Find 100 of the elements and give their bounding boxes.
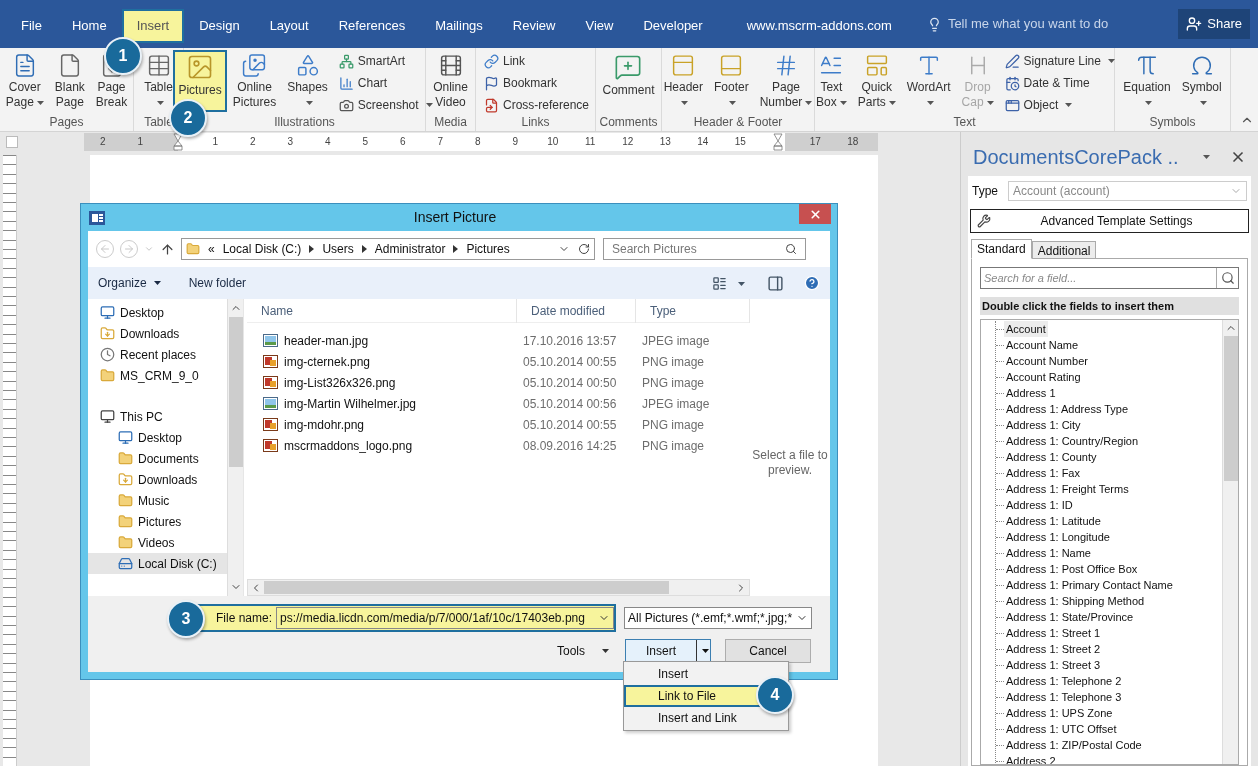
nav-item[interactable]: This PC — [88, 406, 227, 427]
ribbon-button[interactable]: Blank Page — [49, 50, 90, 112]
ribbon-button[interactable]: Header — [658, 50, 708, 112]
ribbon-tab[interactable]: www.mscrm-addons.com — [731, 9, 907, 43]
insert-split-button[interactable]: Insert — [625, 639, 711, 663]
tab-selector[interactable] — [6, 136, 18, 148]
field-item[interactable]: Account Rating — [1004, 368, 1083, 386]
field-item[interactable]: Address 1: Shipping Method — [1004, 592, 1147, 610]
path-segment[interactable]: Local Disk (C:) — [222, 240, 302, 258]
ribbon-tab[interactable]: Design — [184, 9, 255, 43]
nav-item[interactable]: Music — [88, 490, 227, 511]
field-item[interactable]: Address 1: State/Province — [1004, 608, 1136, 626]
field-item[interactable]: Address 1: Primary Contact Name — [1004, 576, 1175, 594]
path-segment[interactable]: Users — [322, 240, 354, 258]
address-bar[interactable]: « Local Disk (C:) Users Administrator Pictures — [181, 238, 595, 260]
path-overflow[interactable]: « — [208, 240, 215, 258]
new-folder-button[interactable]: New folder — [188, 274, 247, 292]
nav-item[interactable]: Recent places — [88, 344, 227, 365]
ribbon-button[interactable]: WordArt — [901, 50, 956, 112]
ribbon-tab[interactable]: References — [323, 9, 421, 43]
field-item[interactable]: Account Number — [1004, 352, 1090, 370]
ribbon-command[interactable]: Object — [1001, 94, 1118, 116]
nav-item[interactable]: Desktop — [88, 427, 227, 448]
pane-tab[interactable]: Additional — [1031, 241, 1097, 259]
ribbon-button[interactable]: Cover Page — [0, 50, 49, 112]
file-name[interactable]: img-Martin Wilhelmer.jpg — [284, 394, 417, 413]
ribbon-tab[interactable]: Layout — [254, 9, 324, 43]
ribbon-button[interactable]: Symbol — [1176, 50, 1227, 112]
pane-tab[interactable]: Standard — [971, 239, 1032, 259]
preview-pane-icon[interactable] — [767, 274, 784, 292]
close-icon[interactable] — [1230, 149, 1246, 165]
nav-item[interactable]: Videos — [88, 532, 227, 553]
field-item[interactable]: Address 1 — [1004, 384, 1058, 402]
field-item[interactable]: Address 1: Telephone 3 — [1004, 688, 1124, 706]
field-search[interactable]: Search for a field... — [980, 267, 1239, 289]
ribbon-command[interactable]: Link — [481, 50, 592, 72]
nav-item[interactable]: Pictures — [88, 511, 227, 532]
field-item[interactable]: Address 1: Street 2 — [1004, 640, 1103, 658]
ribbon-tab[interactable]: View — [570, 9, 629, 43]
file-name[interactable]: img-mdohr.png — [284, 415, 365, 434]
refresh-icon[interactable] — [578, 243, 590, 255]
file-name[interactable]: header-man.jpg — [284, 331, 369, 350]
field-item[interactable]: Address 1: Country/Region — [1004, 432, 1141, 450]
file-name-field[interactable]: ps://media.licdn.com/media/p/7/000/1af/10c/17403eb.png — [276, 607, 614, 629]
ribbon-command[interactable]: Signature Line — [1001, 50, 1118, 72]
ribbon-button[interactable]: Pictures — [173, 50, 227, 112]
field-item[interactable]: Address 1: ZIP/Postal Code — [1004, 736, 1144, 754]
type-select[interactable]: Account (account) — [1008, 181, 1247, 201]
search-field[interactable]: Search Pictures — [603, 238, 806, 260]
horizontal-scrollbar[interactable] — [247, 579, 750, 596]
file-name[interactable]: img-List326x326.png — [284, 373, 396, 392]
nav-item[interactable]: Desktop — [88, 302, 227, 323]
file-name[interactable]: mscrmaddons_logo.png — [284, 436, 413, 455]
nav-item[interactable]: MS_CRM_9_0 — [88, 365, 227, 386]
ribbon-button[interactable]: Footer — [709, 50, 754, 112]
field-item[interactable]: Address 1: UPS Zone — [1004, 704, 1115, 722]
cancel-button[interactable]: Cancel — [725, 639, 811, 663]
ribbon-command[interactable]: Bookmark — [481, 72, 592, 94]
field-item[interactable]: Address 1: ID — [1004, 496, 1075, 514]
ribbon-button[interactable]: Equation — [1118, 50, 1176, 112]
scrollbar[interactable] — [1222, 320, 1238, 764]
column-header[interactable]: Type — [636, 298, 750, 323]
ribbon-command[interactable]: Date & Time — [1001, 72, 1118, 94]
file-type-select[interactable]: All Pictures (*.emf;*.wmf;*.jpg;* — [624, 607, 812, 629]
nav-item[interactable]: Downloads — [88, 469, 227, 490]
ribbon-tab[interactable]: Mailings — [420, 9, 498, 43]
field-item[interactable]: Address 2 — [1004, 752, 1058, 764]
ribbon-tab[interactable]: Developer — [628, 9, 718, 43]
ribbon-button[interactable]: Online Pictures — [227, 50, 282, 112]
tell-me-field[interactable]: Tell me what you want to do — [922, 9, 1113, 39]
ribbon-command[interactable]: Cross-reference — [481, 94, 592, 116]
field-item[interactable]: Address 1: Address Type — [1004, 400, 1131, 418]
help-icon[interactable] — [804, 275, 820, 291]
field-item[interactable]: Address 1: Street 3 — [1004, 656, 1103, 674]
file-name[interactable]: img-cternek.png — [284, 352, 371, 371]
up-icon[interactable] — [160, 241, 175, 257]
field-item[interactable]: Address 1: Fax — [1004, 464, 1082, 482]
ribbon-tab[interactable]: Insert — [121, 9, 185, 43]
view-options-icon[interactable] — [712, 275, 727, 291]
path-segment[interactable]: Administrator — [374, 240, 446, 258]
scrollbar[interactable] — [227, 299, 243, 596]
nav-item[interactable]: Downloads — [88, 323, 227, 344]
ribbon-button[interactable]: Shapes — [282, 50, 333, 112]
advanced-settings-button[interactable]: Advanced Template Settings — [970, 209, 1249, 233]
path-segment[interactable]: Pictures — [466, 240, 510, 258]
ribbon-tab[interactable]: Review — [497, 9, 571, 43]
field-item[interactable]: Address 1: Street 1 — [1004, 624, 1103, 642]
tools-button[interactable]: Tools — [553, 642, 613, 660]
column-header[interactable]: Name — [247, 298, 517, 323]
field-item[interactable]: Address 1: UTC Offset — [1004, 720, 1119, 738]
organize-button[interactable]: Organize — [98, 274, 161, 292]
ribbon-button[interactable]: Comment — [597, 50, 660, 112]
ribbon-button[interactable]: Quick Parts — [852, 50, 901, 112]
nav-item[interactable]: Documents — [88, 448, 227, 469]
field-item[interactable]: Address 1: Telephone 2 — [1004, 672, 1124, 690]
field-item[interactable]: Address 1: Name — [1004, 544, 1093, 562]
field-item[interactable]: Address 1: Post Office Box — [1004, 560, 1140, 578]
column-header[interactable]: Date modified — [517, 298, 636, 323]
nav-item[interactable]: Local Disk (C:) — [88, 553, 227, 574]
field-item[interactable]: Address 1: City — [1004, 416, 1083, 434]
